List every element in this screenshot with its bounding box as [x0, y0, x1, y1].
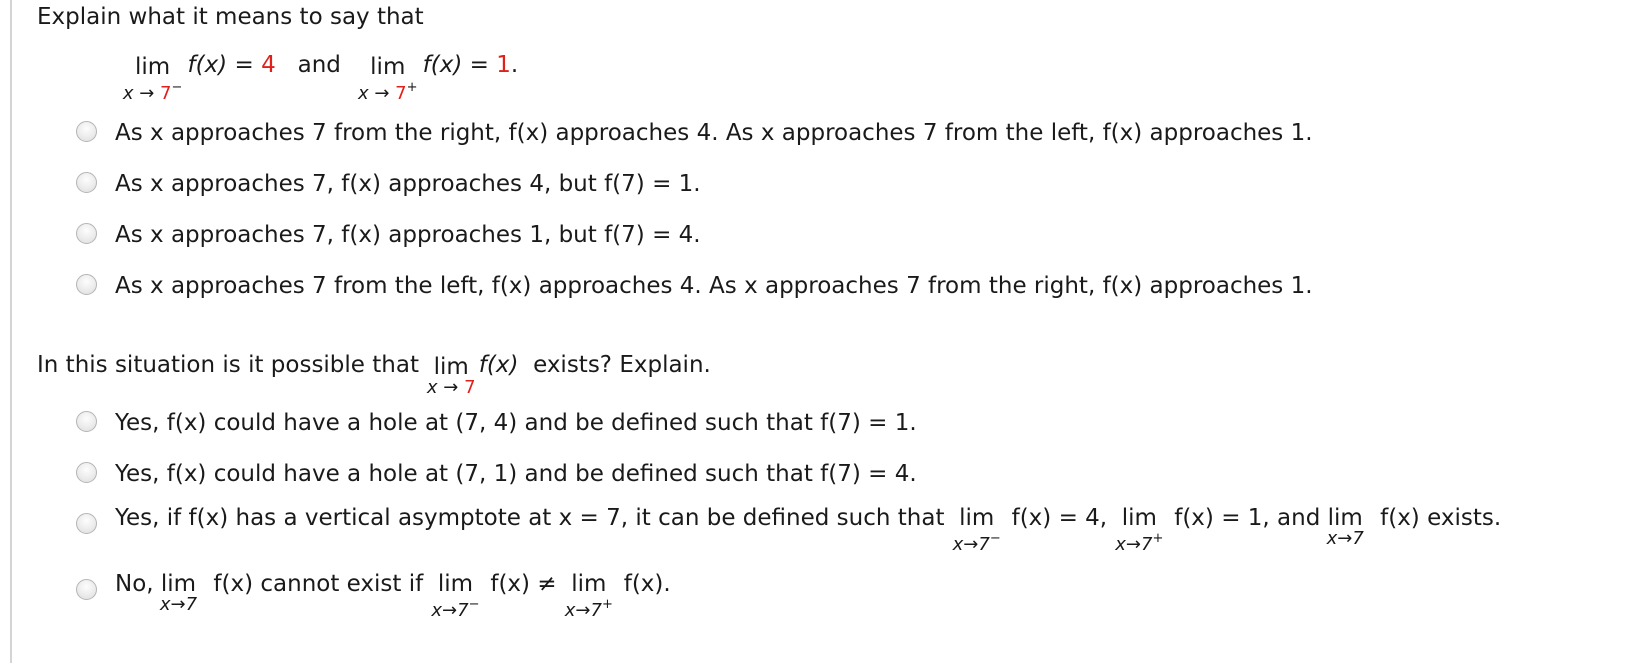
radio-button[interactable]	[76, 121, 97, 142]
left-limit-value: 4	[261, 52, 276, 78]
option-label: Yes, f(x) could have a hole at (7, 1) an…	[115, 461, 917, 487]
q2-option-3[interactable]: Yes, if f(x) has a vertical asymptote at…	[76, 503, 1502, 555]
fx: f(x)	[422, 52, 463, 78]
limit-right: lim x → 7+	[358, 52, 418, 104]
limit-subscript: x → 7	[426, 377, 476, 398]
q1-option-1[interactable]: As x approaches 7 from the right, f(x) a…	[76, 118, 1313, 148]
equals: =	[227, 52, 262, 78]
equals: =	[462, 52, 497, 78]
and-word: and	[297, 52, 341, 78]
option-label: No, lim x→7 f(x) cannot exist if lim x→7− …	[115, 571, 671, 621]
q1-option-4[interactable]: As x approaches 7 from the left, f(x) ap…	[76, 271, 1313, 301]
radio-button[interactable]	[76, 513, 97, 534]
prompt-text: In this situation is it possible that	[37, 352, 419, 378]
option-label: As x approaches 7 from the left, f(x) ap…	[115, 273, 1313, 299]
left-border	[10, 0, 12, 663]
limit-statement: lim x → 7− f(x) = 4 and lim x → 7+ f(x) …	[123, 52, 519, 104]
q2-option-4[interactable]: No, lim x→7 f(x) cannot exist if lim x→7− …	[76, 569, 671, 621]
q2-option-1[interactable]: Yes, f(x) could have a hole at (7, 4) an…	[76, 408, 917, 438]
period: .	[510, 52, 519, 78]
radio-button[interactable]	[76, 579, 97, 600]
q1-option-2[interactable]: As x approaches 7, f(x) approaches 4, bu…	[76, 169, 701, 199]
option-label: As x approaches 7 from the right, f(x) a…	[115, 120, 1313, 146]
q2-option-2[interactable]: Yes, f(x) could have a hole at (7, 1) an…	[76, 459, 917, 489]
question-1-prompt: Explain what it means to say that	[37, 4, 424, 30]
radio-button[interactable]	[76, 462, 97, 483]
limit-right-subscript: x → 7+	[357, 80, 418, 104]
radio-button[interactable]	[76, 172, 97, 193]
radio-button[interactable]	[76, 411, 97, 432]
q1-option-3[interactable]: As x approaches 7, f(x) approaches 1, bu…	[76, 220, 701, 250]
fx: f(x)	[187, 52, 228, 78]
question-2-prompt: In this situation is it possible that li…	[37, 352, 711, 398]
limit: lim x → 7	[427, 352, 476, 398]
right-limit-value: 1	[496, 52, 511, 78]
option-label: Yes, if f(x) has a vertical asymptote at…	[115, 505, 1502, 555]
limit-left-subscript: x → 7−	[122, 80, 183, 104]
option-label: As x approaches 7, f(x) approaches 1, bu…	[115, 222, 701, 248]
radio-button[interactable]	[76, 274, 97, 295]
option-label: As x approaches 7, f(x) approaches 4, bu…	[115, 171, 701, 197]
prompt-text: exists? Explain.	[533, 352, 711, 378]
limit-left: lim x → 7−	[123, 52, 183, 104]
fx: f(x)	[478, 352, 519, 378]
option-label: Yes, f(x) could have a hole at (7, 4) an…	[115, 410, 917, 436]
radio-button[interactable]	[76, 223, 97, 244]
